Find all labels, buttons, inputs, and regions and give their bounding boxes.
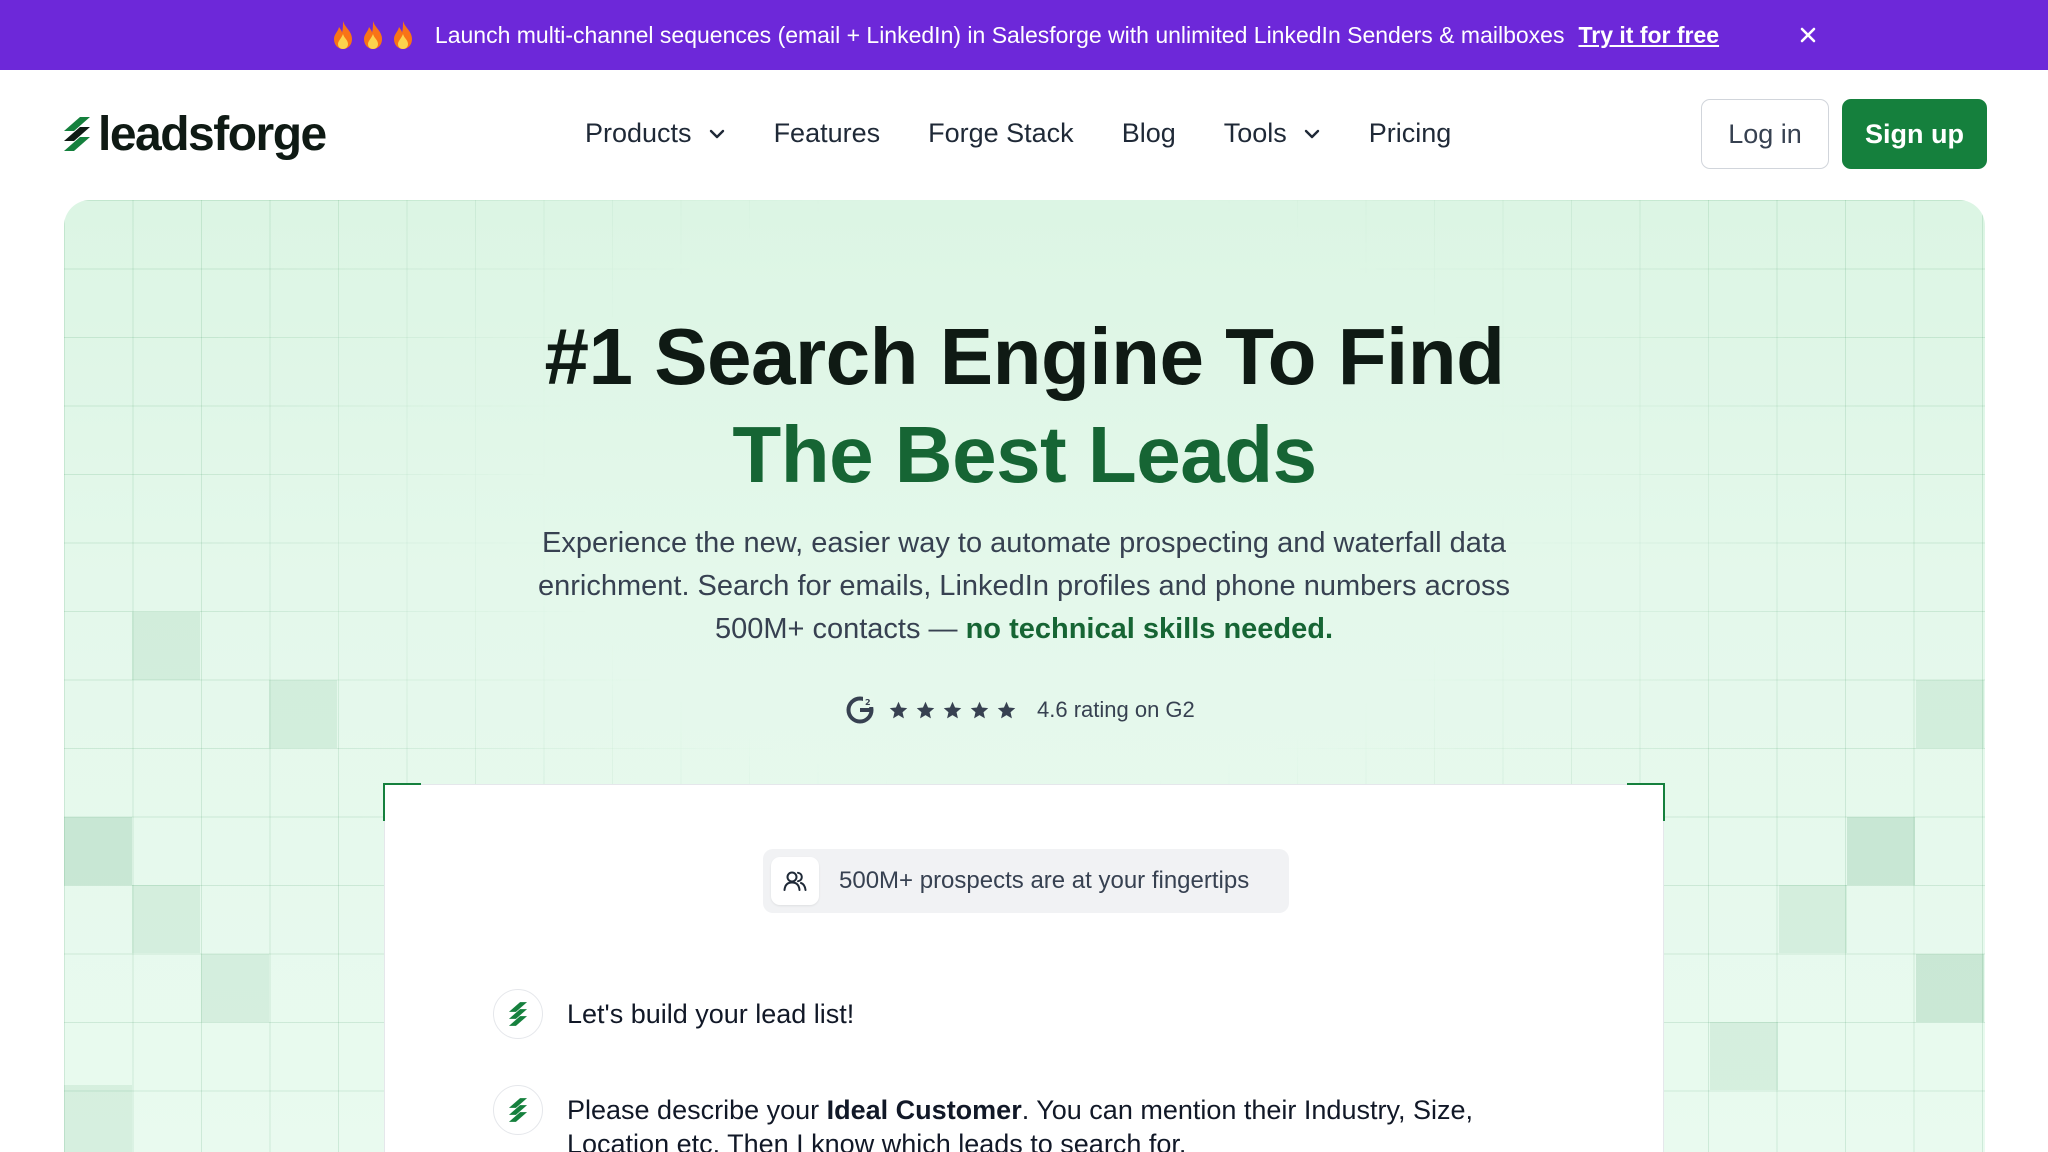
chat-message-text-part: Please describe your <box>567 1095 820 1125</box>
star-icon <box>997 701 1016 718</box>
rating-text: 4.6 rating on G2 <box>1037 697 1195 722</box>
fire-emojis <box>329 20 417 50</box>
g2-rating[interactable]: 2 4.6 rating on G2 <box>846 694 1195 726</box>
chat-message-text: Let's build your lead list! <box>567 999 855 1029</box>
chat-message: Please describe your Ideal Customer. You… <box>493 1085 1527 1152</box>
nav-tools-label: Tools <box>1223 118 1287 148</box>
hero-title-line2: The Best Leads <box>732 410 1317 499</box>
grid-tile <box>64 1085 132 1152</box>
chevron-down-icon <box>709 129 724 138</box>
logo-wordmark: leadsforge <box>98 107 327 161</box>
g2-logo-icon: 2 <box>846 696 874 724</box>
announcement-banner: Launch multi-channel sequences (email + … <box>0 0 2048 70</box>
fire-icon <box>363 21 382 49</box>
leadsforge-logo-mark-icon <box>508 1002 528 1026</box>
site-header: leadsforge Products Features Forge Stack… <box>0 70 2048 200</box>
rating-stars <box>888 700 1017 721</box>
prospects-badge-text: 500M+ prospects are at your fingertips <box>839 867 1250 894</box>
star-icon <box>943 701 962 718</box>
signup-button[interactable]: Sign up <box>1842 99 1987 169</box>
hero-title-line1: #1 Search Engine To Find <box>544 312 1505 401</box>
chat-message-text: Please describe your Ideal Customer. You… <box>567 1085 1527 1152</box>
grid-tile <box>269 680 337 748</box>
chat-demo-card: 500M+ prospects are at your fingertips L… <box>383 783 1665 1152</box>
leadsforge-logo-mark-icon <box>508 1098 528 1122</box>
close-icon[interactable] <box>1794 21 1822 49</box>
leadsforge-avatar <box>493 1085 543 1135</box>
grid-tile <box>1916 954 1984 1022</box>
nav-pricing[interactable]: Pricing <box>1369 118 1452 149</box>
nav-products-label: Products <box>585 118 692 148</box>
grid-tile <box>1916 680 1984 748</box>
svg-text:2: 2 <box>865 698 871 707</box>
hero-subtitle-strong: no technical skills needed. <box>965 613 1334 645</box>
main-nav: Products Features Forge Stack Blog Tools… <box>585 118 1499 149</box>
banner-text: Launch multi-channel sequences (email + … <box>434 21 1565 48</box>
grid-tile <box>201 954 269 1022</box>
nav-tools[interactable]: Tools <box>1224 118 1321 149</box>
card-corner-accent <box>1627 783 1665 821</box>
nav-features[interactable]: Features <box>774 118 881 149</box>
leadsforge-logo-mark-icon <box>64 117 90 151</box>
chat-message: Let's build your lead list! <box>493 989 854 1039</box>
star-icon <box>889 701 908 718</box>
nav-forge-stack-label: Forge Stack <box>928 118 1074 148</box>
nav-forge-stack[interactable]: Forge Stack <box>928 118 1074 149</box>
leadsforge-logo[interactable]: leadsforge <box>58 106 327 162</box>
hero-subtitle: Experience the new, easier way to automa… <box>494 522 1554 651</box>
grid-tile <box>132 885 200 953</box>
nav-blog[interactable]: Blog <box>1122 118 1176 149</box>
hero-title: #1 Search Engine To Find The Best Leads <box>64 308 1985 504</box>
star-icon <box>916 701 935 718</box>
grid-tile <box>64 817 132 885</box>
leadsforge-avatar <box>493 989 543 1039</box>
star-icon <box>970 701 989 718</box>
prospects-badge: 500M+ prospects are at your fingertips <box>763 849 1289 913</box>
nav-products[interactable]: Products <box>585 118 726 149</box>
card-corner-accent <box>383 783 421 821</box>
login-button[interactable]: Log in <box>1701 99 1829 169</box>
grid-tile <box>1847 817 1915 885</box>
nav-pricing-label: Pricing <box>1368 118 1452 148</box>
nav-features-label: Features <box>773 118 881 148</box>
hero-section: #1 Search Engine To Find The Best Leads … <box>64 200 1985 1152</box>
fire-icon <box>333 21 352 49</box>
chat-message-bold: Ideal Customer <box>826 1095 1022 1125</box>
nav-blog-label: Blog <box>1121 118 1176 148</box>
grid-tile <box>132 612 200 680</box>
grid-tile <box>1710 1022 1778 1090</box>
users-icon <box>771 857 819 905</box>
chevron-down-icon <box>1304 129 1319 138</box>
grid-tile <box>1779 885 1847 953</box>
banner-try-free-link[interactable]: Try it for free <box>1578 22 1719 49</box>
fire-icon <box>393 21 412 49</box>
